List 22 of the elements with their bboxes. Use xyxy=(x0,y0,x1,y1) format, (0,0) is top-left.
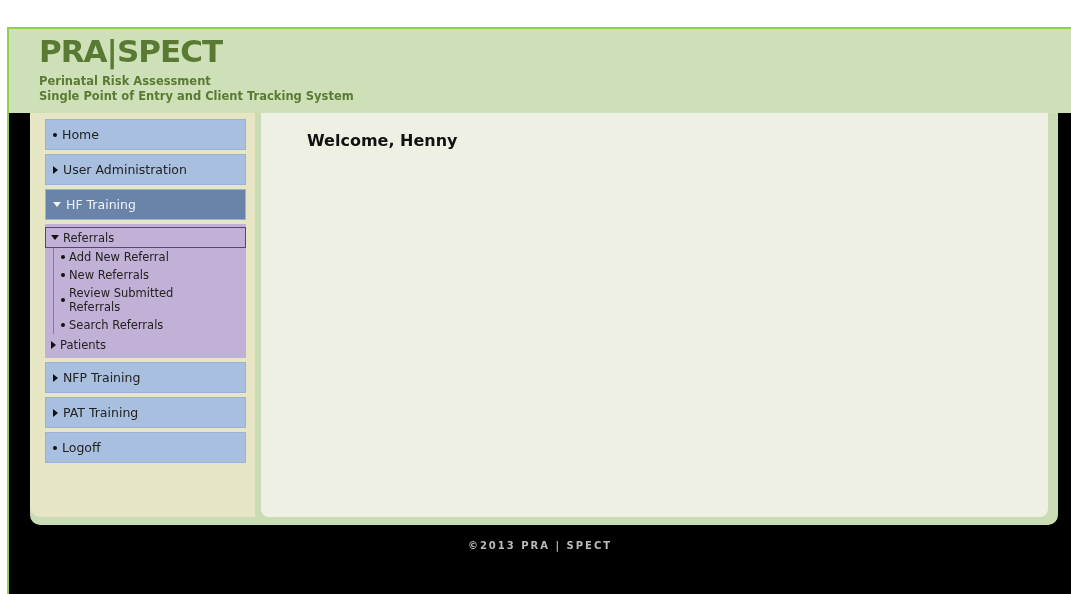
bullet-icon xyxy=(53,132,57,137)
menu-item[interactable]: Home xyxy=(45,119,246,150)
menu-item[interactable]: NFP Training xyxy=(45,362,246,393)
subtitle: Single Point of Entry and Client Tracking System xyxy=(39,89,355,104)
footer-text: ©2013 PRA | SPECT xyxy=(466,540,614,551)
menu-item[interactable]: Search Referrals xyxy=(54,316,246,334)
bullet-icon xyxy=(53,445,57,450)
menu-item[interactable]: Logoff xyxy=(45,432,246,463)
menu-item[interactable]: Referrals xyxy=(45,227,246,248)
bullet-icon xyxy=(61,255,65,259)
menu-item[interactable]: New Referrals xyxy=(54,266,246,284)
bullet-icon xyxy=(61,323,65,327)
welcome-heading: Welcome, Henny xyxy=(307,131,459,150)
menu-item[interactable]: Review Submitted Referrals xyxy=(54,284,246,316)
bullet-icon xyxy=(61,298,65,302)
logo: PRA|SPECT xyxy=(39,32,224,71)
menu-item[interactable]: Patients xyxy=(45,334,246,355)
bullet-icon xyxy=(61,273,65,277)
menu-item[interactable]: PAT Training xyxy=(45,397,246,428)
subtitle: Perinatal Risk Assessment xyxy=(39,74,212,89)
menu-item[interactable]: Add New Referral xyxy=(54,248,246,266)
menu-item[interactable]: User Administration xyxy=(45,154,246,185)
